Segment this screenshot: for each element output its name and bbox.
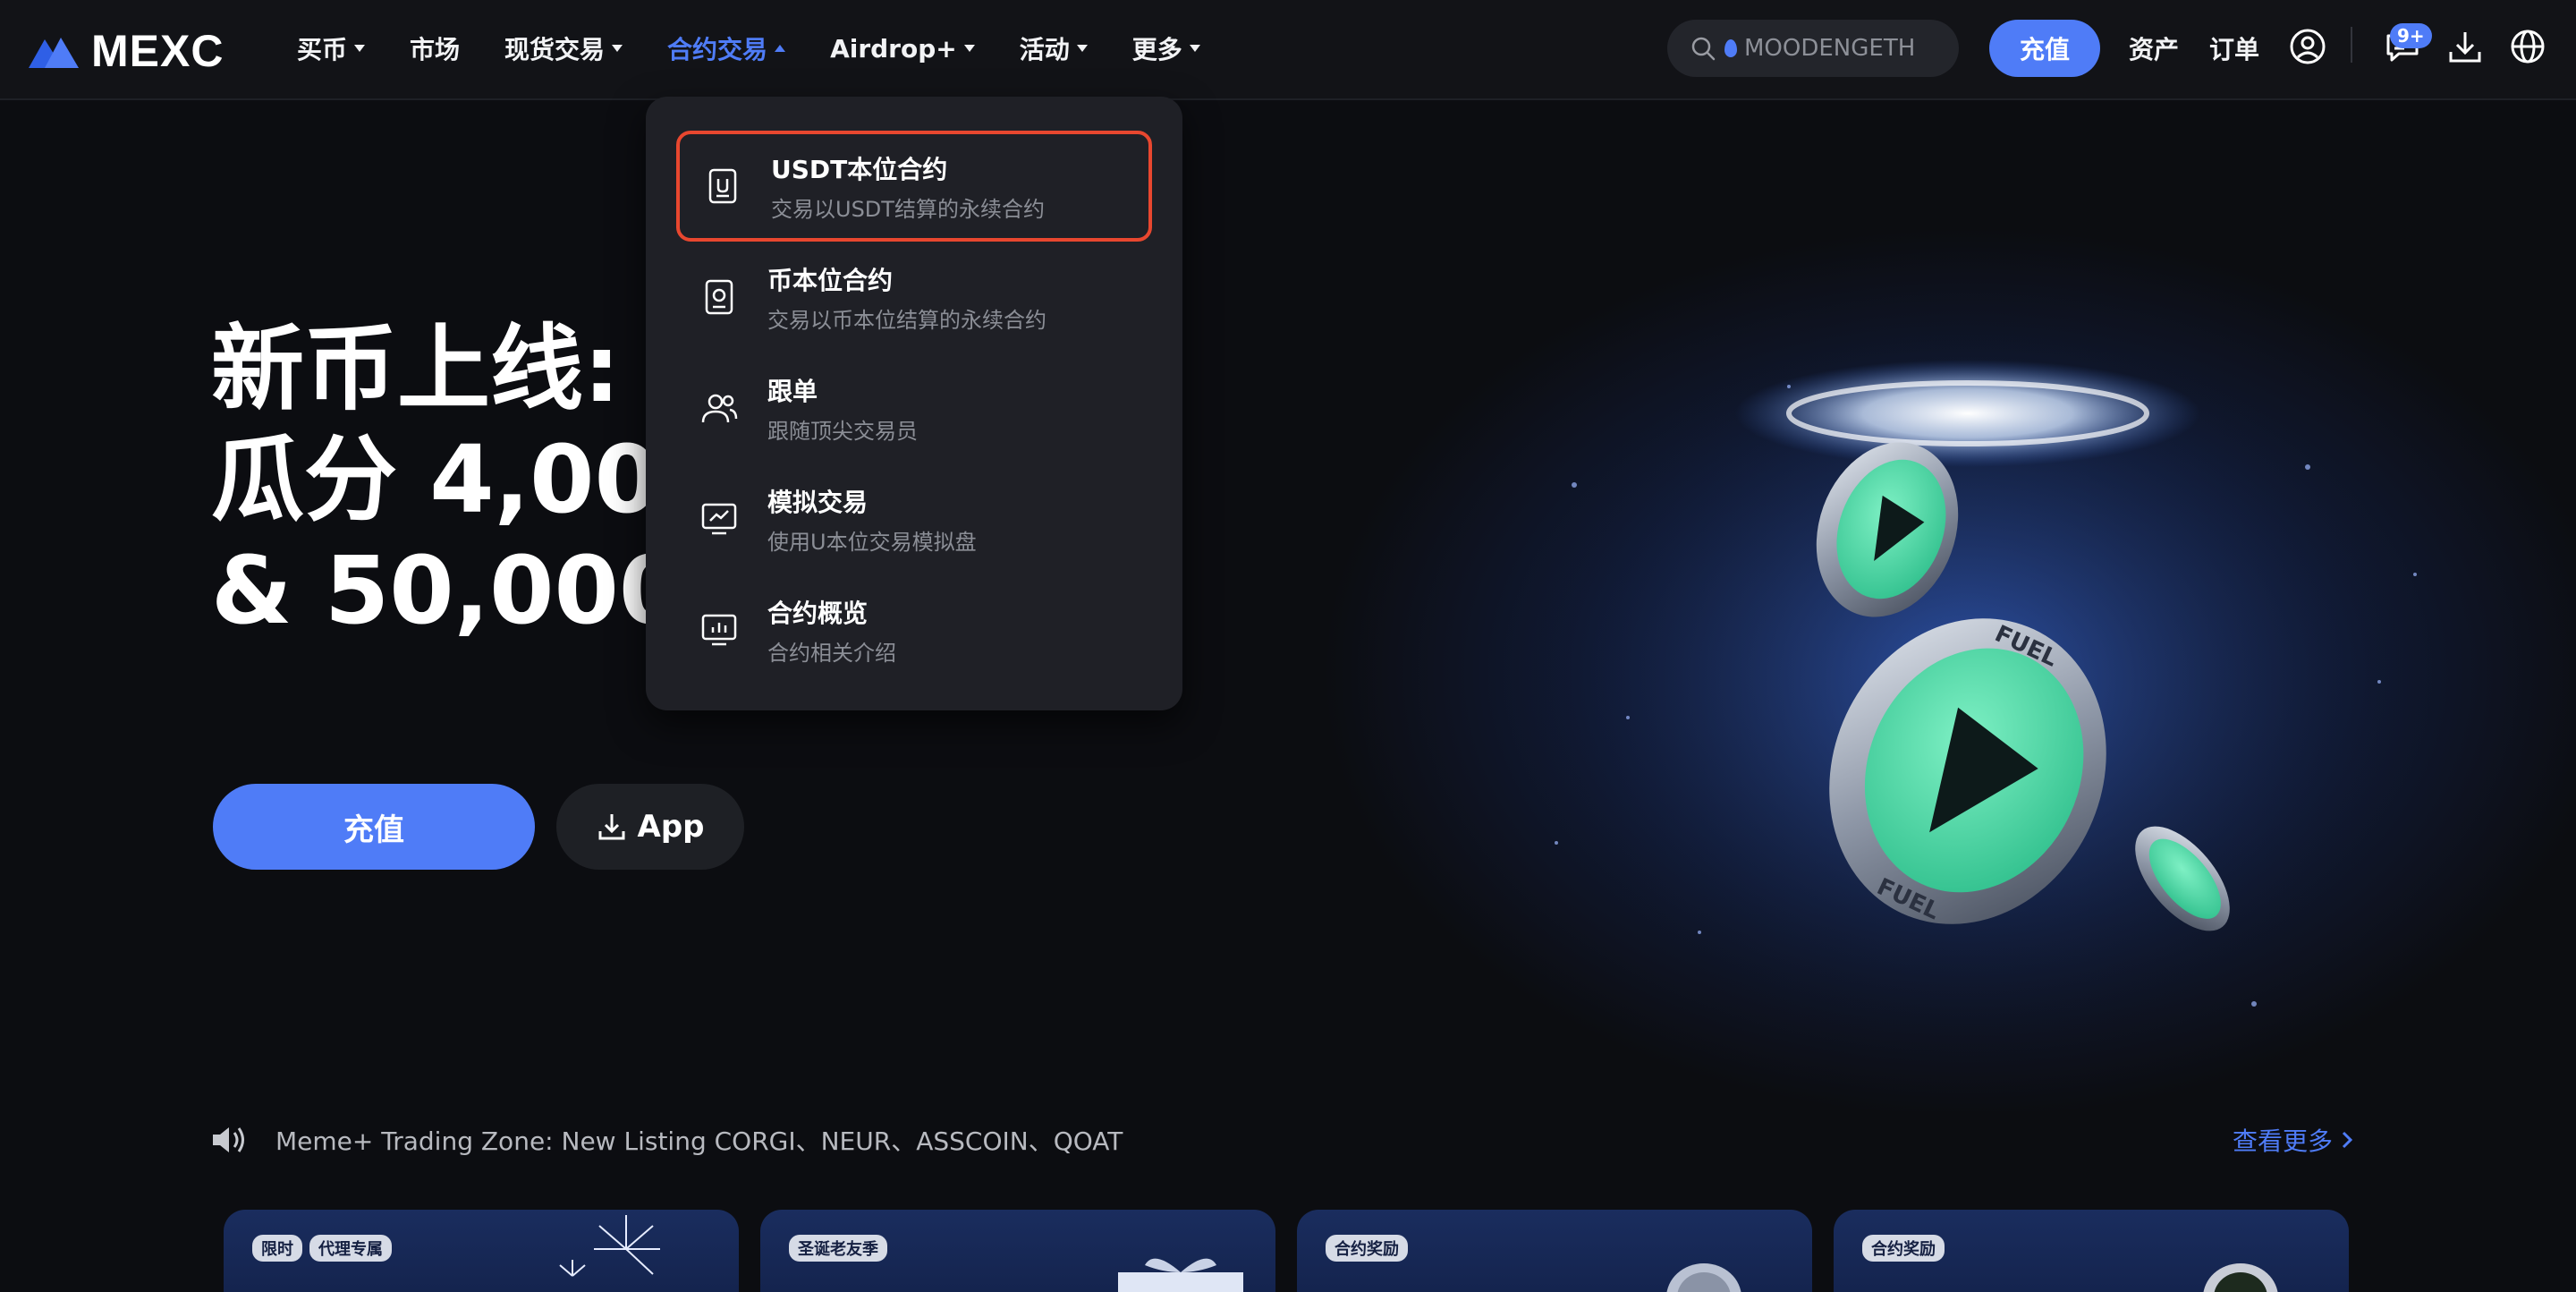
caret-down-icon — [354, 45, 366, 52]
card-tag: 代理专属 — [309, 1235, 392, 1262]
mexc-logo[interactable]: MEXC — [25, 25, 224, 77]
page: MEXC 买币 市场 现货交易 合约交易 Airdrop+ 活动 更多 MOOD… — [0, 0, 2576, 1292]
card-tag: 合约奖励 — [1326, 1235, 1408, 1262]
announcement-ticker[interactable]: Meme+ Trading Zone: New Listing CORGI、NE… — [211, 1122, 2358, 1158]
header-deposit-button[interactable]: 充值 — [1989, 20, 2100, 77]
announcement-text: Meme+ Trading Zone: New Listing CORGI、NE… — [275, 1126, 1123, 1156]
menu-item-coin-futures[interactable]: 币本位合约 交易以币本位结算的永续合约 — [646, 242, 1182, 353]
nav-label: Airdrop+ — [830, 33, 957, 64]
card-tag: 圣诞老友季 — [789, 1235, 887, 1262]
promo-card[interactable]: 合约奖励 — [1834, 1210, 2349, 1292]
nav-label: 更多 — [1131, 35, 1182, 64]
deposit-label: 充值 — [343, 812, 404, 848]
menu-item-copy-trading[interactable]: 跟单 跟随顶尖交易员 — [646, 353, 1182, 463]
futures-dropdown-menu: USDT本位合约 交易以USDT结算的永续合约 币本位合约 交易以币本位结算的永… — [646, 97, 1182, 710]
app-label: App — [637, 809, 705, 845]
gift-box-icon — [1118, 1258, 1243, 1292]
brand-name: MEXC — [91, 26, 225, 76]
deposit-label: 充值 — [2019, 35, 2070, 64]
nav-events[interactable]: 活动 — [1020, 30, 1088, 66]
promo-card[interactable]: 圣诞老友季 — [760, 1210, 1275, 1292]
notification-badge: 9+ — [2390, 23, 2432, 48]
menu-item-subtitle: 交易以USDT结算的永续合约 — [771, 196, 1045, 222]
fuel-coin-illustration: FUEL FUEL — [1521, 306, 2433, 1075]
nav-markets[interactable]: 市场 — [410, 30, 460, 66]
orders-link[interactable]: 订单 — [2209, 30, 2259, 66]
view-more-link[interactable]: 查看更多 — [2233, 1122, 2356, 1158]
nav-label: 合约交易 — [667, 35, 768, 64]
coin-icon — [1666, 1263, 1741, 1292]
coin-icon — [2203, 1263, 2278, 1292]
usdt-contract-icon — [708, 168, 737, 204]
nav-label: 市场 — [410, 35, 461, 64]
menu-item-subtitle: 交易以币本位结算的永续合约 — [767, 307, 1046, 333]
coin-contract-icon — [705, 279, 733, 315]
menu-item-demo-trading[interactable]: 模拟交易 使用U本位交易模拟盘 — [646, 463, 1182, 574]
menu-item-subtitle: 跟随顶尖交易员 — [767, 418, 918, 444]
copy-trade-icon — [701, 394, 738, 423]
language-globe-icon[interactable] — [2508, 27, 2547, 66]
nav-label: 活动 — [1019, 35, 1070, 64]
chevron-right-icon — [2342, 1131, 2353, 1149]
water-drop-icon — [1724, 39, 1737, 57]
search-box[interactable] — [1667, 20, 1959, 77]
demo-trading-icon — [701, 503, 737, 535]
menu-item-title: 跟单 — [767, 376, 818, 406]
caret-down-icon — [1076, 45, 1088, 52]
download-icon[interactable] — [2445, 27, 2485, 66]
menu-item-title: USDT本位合约 — [771, 154, 948, 184]
menu-item-usdt-futures[interactable]: USDT本位合约 交易以USDT结算的永续合约 — [676, 131, 1152, 242]
caret-down-icon — [963, 45, 975, 52]
main-nav: 买币 市场 现货交易 合约交易 Airdrop+ 活动 更多 — [297, 0, 1245, 97]
caret-up-icon — [775, 45, 786, 52]
header-divider — [2351, 27, 2352, 63]
menu-item-text: 币本位合约 交易以币本位结算的永续合约 — [767, 261, 1046, 334]
caret-down-icon — [612, 45, 623, 52]
menu-item-text: 合约概览 合约相关介绍 — [767, 594, 896, 667]
menu-item-text: 跟单 跟随顶尖交易员 — [767, 372, 918, 445]
menu-item-subtitle: 使用U本位交易模拟盘 — [767, 529, 977, 555]
card-tag: 合约奖励 — [1862, 1235, 1945, 1262]
nav-futures-trading[interactable]: 合约交易 — [667, 30, 786, 66]
download-icon — [598, 814, 624, 840]
assets-link[interactable]: 资产 — [2129, 30, 2179, 66]
menu-item-subtitle: 合约相关介绍 — [767, 640, 896, 666]
menu-item-title: 模拟交易 — [767, 487, 869, 517]
nav-spot-trading[interactable]: 现货交易 — [504, 30, 623, 66]
card-tag: 限时 — [252, 1235, 302, 1262]
nav-buy-crypto[interactable]: 买币 — [297, 30, 366, 66]
user-account-icon[interactable] — [2288, 27, 2327, 66]
mexc-logo-mark-icon — [29, 38, 79, 68]
nav-more[interactable]: 更多 — [1132, 30, 1200, 66]
hero-deposit-button[interactable]: 充值 — [213, 784, 535, 870]
caret-down-icon — [1189, 45, 1200, 52]
menu-item-title: 币本位合约 — [767, 265, 894, 295]
contract-overview-icon — [701, 614, 737, 646]
view-more-label: 查看更多 — [2233, 1126, 2334, 1156]
nav-label: 现货交易 — [504, 35, 606, 64]
download-app-button[interactable]: App — [556, 784, 744, 870]
menu-item-text: 模拟交易 使用U本位交易模拟盘 — [767, 483, 977, 556]
menu-item-contract-overview[interactable]: 合约概览 合约相关介绍 — [646, 574, 1182, 685]
hero-title-line: 新币上线: F — [211, 314, 716, 423]
hero-banner: 新币上线: F 瓜分 4,000, & 50,000 U 充值 App FUEL… — [0, 100, 2576, 1111]
promo-card[interactable]: 合约奖励 — [1297, 1210, 1812, 1292]
menu-item-title: 合约概览 — [767, 598, 869, 628]
speaker-icon — [213, 1127, 244, 1152]
nav-airdrop[interactable]: Airdrop+ — [830, 34, 975, 64]
menu-item-text: USDT本位合约 交易以USDT结算的永续合约 — [771, 150, 1045, 223]
top-nav-bar: MEXC 买币 市场 现货交易 合约交易 Airdrop+ 活动 更多 MOOD… — [0, 0, 2576, 100]
promo-card[interactable]: 限时 代理专属 — [224, 1210, 739, 1292]
search-input[interactable] — [1744, 35, 1959, 62]
fireworks-icon — [559, 1215, 660, 1277]
search-icon — [1691, 37, 1716, 61]
nav-label: 买币 — [297, 35, 348, 64]
